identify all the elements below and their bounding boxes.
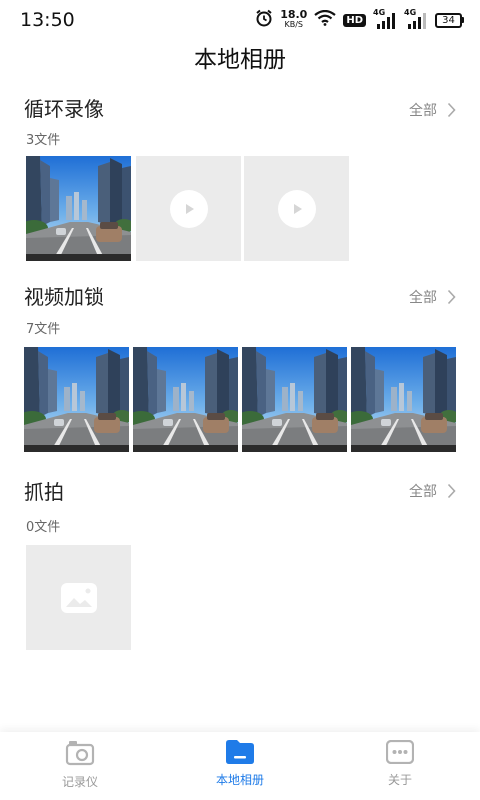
street-photo: [242, 347, 347, 452]
play-icon: [277, 189, 316, 228]
file-count: 7文件: [26, 322, 61, 337]
street-photo: [26, 156, 131, 261]
video-thumbnail[interactable]: [242, 347, 347, 452]
street-photo: [351, 347, 456, 452]
status-time: 13:50: [20, 9, 75, 31]
video-placeholder[interactable]: [244, 156, 349, 261]
file-count: 3文件: [26, 133, 61, 148]
video-thumbnail[interactable]: [26, 156, 131, 261]
see-all-label: 全部: [409, 484, 437, 500]
tab-label: 关于: [387, 773, 412, 787]
tab-label: 记录仪: [61, 775, 98, 789]
video-thumbnail[interactable]: [133, 347, 238, 452]
section-title-snapshot: 抓拍: [24, 480, 64, 504]
tab-label: 本地相册: [215, 773, 264, 787]
battery-level: 34: [442, 14, 455, 26]
video-thumbnail[interactable]: [24, 347, 129, 452]
bottom-tab-bar: 记录仪 本地相册 关于: [0, 732, 480, 800]
video-thumbnail[interactable]: [351, 347, 456, 452]
see-all-locked-video[interactable]: 全部: [409, 287, 456, 307]
wifi-icon: [314, 9, 337, 30]
status-bar: 13:50 18.0 KB/S HD 4G 4G 34: [0, 0, 480, 40]
alarm-icon: [255, 9, 273, 31]
net-speed-unit: KB/S: [284, 20, 304, 29]
net-speed-value: 18.0: [280, 8, 308, 21]
tab-local-album[interactable]: 本地相册: [160, 732, 320, 800]
chevron-right-icon: [447, 483, 456, 499]
street-photo: [133, 347, 238, 452]
section-title-locked-video: 视频加锁: [24, 285, 104, 309]
tab-about[interactable]: 关于: [320, 732, 480, 800]
signal-icon: 4G: [404, 8, 428, 30]
page-title: 本地相册: [194, 47, 286, 73]
section-title-loop-recording: 循环录像: [24, 97, 104, 121]
net-speed: 18.0 KB/S: [280, 8, 308, 30]
chevron-right-icon: [447, 102, 456, 118]
battery-icon: 34: [435, 12, 464, 28]
image-placeholder[interactable]: [26, 545, 131, 650]
chat-icon: [386, 740, 414, 764]
play-icon: [169, 189, 208, 228]
chevron-right-icon: [447, 289, 456, 305]
status-indicators: 18.0 KB/S HD 4G 4G 34: [255, 8, 464, 32]
tab-recorder[interactable]: 记录仪: [0, 732, 160, 800]
hd-icon: HD: [343, 13, 366, 27]
see-all-snapshot[interactable]: 全部: [409, 481, 456, 501]
image-icon: [60, 582, 97, 613]
street-photo: [24, 347, 129, 452]
see-all-label: 全部: [409, 103, 437, 119]
see-all-loop-recording[interactable]: 全部: [409, 100, 456, 120]
file-count: 0文件: [26, 520, 61, 535]
folder-icon: [226, 740, 254, 764]
video-placeholder[interactable]: [136, 156, 241, 261]
signal-icon: 4G: [373, 8, 397, 30]
camera-icon: [65, 741, 95, 766]
see-all-label: 全部: [409, 290, 437, 306]
